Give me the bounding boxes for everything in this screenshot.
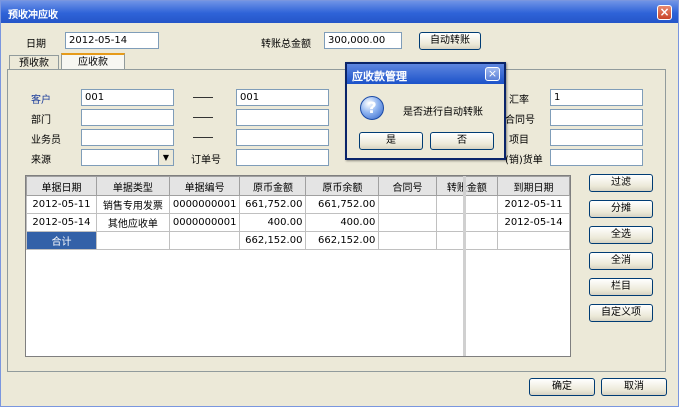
deselect-all-button[interactable]: 全消 [589, 252, 653, 270]
table-row[interactable]: 2012-05-11 销售专用发票 0000000001 661,752.00 … [26, 195, 570, 214]
range-dash [193, 117, 213, 118]
department-from-field[interactable] [81, 109, 174, 126]
total-amount: 662,152.00 [239, 231, 307, 250]
close-icon[interactable]: × [657, 5, 672, 20]
source-select[interactable]: ▼ [81, 149, 174, 166]
salesman-label: 业务员 [31, 135, 61, 146]
column-header[interactable]: 单据日期 [26, 176, 97, 196]
date-field[interactable]: 2012-05-14 [65, 32, 159, 49]
yes-button[interactable]: 是 [359, 132, 423, 150]
rate-field[interactable]: 1 [550, 89, 643, 106]
ok-button[interactable]: 确定 [529, 378, 595, 396]
total-amount-label: 转账总金额 [261, 39, 311, 50]
invoice-field[interactable] [550, 149, 643, 166]
table-total-row: 合计 662,152.00 662,152.00 [26, 231, 570, 250]
window-title: 预收冲应收 [8, 10, 58, 21]
receivable-table[interactable]: 单据日期 单据类型 单据编号 原币金额 原币余额 合同号 转账金额 到期日期 2… [25, 175, 571, 357]
column-header[interactable]: 原币余额 [305, 176, 380, 196]
table-cell[interactable]: 661,752.00 [239, 195, 307, 214]
contract-label: 合同号 [505, 115, 535, 126]
salesman-from-field[interactable] [81, 129, 174, 146]
total-label: 合计 [26, 231, 97, 250]
chevron-down-icon[interactable]: ▼ [158, 150, 173, 165]
table-cell[interactable]: 661,752.00 [305, 195, 380, 214]
contract-field[interactable] [550, 109, 643, 126]
range-dash [193, 97, 213, 98]
table-row[interactable]: 2012-05-14 其他应收单 0000000001 400.00 400.0… [26, 213, 570, 232]
columns-button[interactable]: 栏目 [589, 278, 653, 296]
confirm-dialog: 应收款管理 × ? 是否进行自动转账 是 否 [345, 62, 506, 160]
title-bar: 预收冲应收 × [1, 1, 678, 23]
column-splitter[interactable] [463, 176, 466, 356]
table-cell[interactable]: 2012-05-11 [26, 195, 97, 214]
main-window: 预收冲应收 × 日期 2012-05-14 转账总金额 300,000.00 自… [0, 0, 679, 407]
project-label: 项目 [509, 135, 529, 146]
table-cell[interactable] [435, 213, 499, 232]
date-label: 日期 [26, 39, 46, 50]
dialog-title: 应收款管理 [352, 70, 407, 83]
cancel-button[interactable]: 取消 [601, 378, 667, 396]
total-amount-field[interactable]: 300,000.00 [324, 32, 402, 49]
table-cell[interactable]: 2012-05-14 [497, 213, 570, 232]
dialog-title-bar: 应收款管理 × [347, 64, 504, 84]
filter-button[interactable]: 过滤 [589, 174, 653, 192]
table-cell[interactable]: 2012-05-14 [26, 213, 97, 232]
invoice-label: (销)货单 [505, 155, 543, 166]
custom-items-button[interactable]: 自定义项 [589, 304, 653, 322]
table-cell [378, 231, 437, 250]
table-cell[interactable] [435, 195, 499, 214]
customer-from-field[interactable]: 001 [81, 89, 174, 106]
order-label: 订单号 [191, 155, 221, 166]
order-field[interactable] [236, 149, 329, 166]
salesman-to-field[interactable] [236, 129, 329, 146]
column-header[interactable]: 转账金额 [435, 176, 499, 196]
column-header[interactable]: 到期日期 [497, 176, 570, 196]
column-header[interactable]: 单据类型 [95, 176, 170, 196]
column-header[interactable]: 原币金额 [239, 176, 307, 196]
no-button[interactable]: 否 [430, 132, 494, 150]
table-cell[interactable]: 400.00 [239, 213, 307, 232]
column-header[interactable]: 合同号 [378, 176, 437, 196]
table-cell[interactable]: 其他应收单 [95, 213, 170, 232]
customer-label: 客户 [31, 95, 51, 106]
department-to-field[interactable] [236, 109, 329, 126]
table-cell [95, 231, 170, 250]
table-cell[interactable] [378, 195, 437, 214]
table-cell[interactable] [378, 213, 437, 232]
table-cell[interactable]: 2012-05-11 [497, 195, 570, 214]
select-all-button[interactable]: 全选 [589, 226, 653, 244]
table-cell[interactable]: 销售专用发票 [95, 195, 170, 214]
table-cell [497, 231, 570, 250]
allocate-button[interactable]: 分摊 [589, 200, 653, 218]
column-header[interactable]: 单据编号 [168, 176, 241, 196]
rate-label: 汇率 [509, 95, 529, 106]
dialog-message: 是否进行自动转账 [403, 107, 483, 118]
auto-transfer-button[interactable]: 自动转账 [419, 32, 481, 50]
table-cell[interactable]: 0000000001 [168, 213, 241, 232]
table-header-row: 单据日期 单据类型 单据编号 原币金额 原币余额 合同号 转账金额 到期日期 [26, 176, 570, 196]
table-cell[interactable]: 400.00 [305, 213, 380, 232]
table-cell[interactable]: 0000000001 [168, 195, 241, 214]
source-label: 来源 [31, 155, 51, 166]
close-icon[interactable]: × [485, 67, 500, 81]
table-cell [435, 231, 499, 250]
department-label: 部门 [31, 115, 51, 126]
table-cell [168, 231, 241, 250]
question-icon: ? [360, 96, 384, 120]
customer-to-field[interactable]: 001 [236, 89, 329, 106]
range-dash [193, 137, 213, 138]
total-balance: 662,152.00 [305, 231, 380, 250]
project-field[interactable] [550, 129, 643, 146]
